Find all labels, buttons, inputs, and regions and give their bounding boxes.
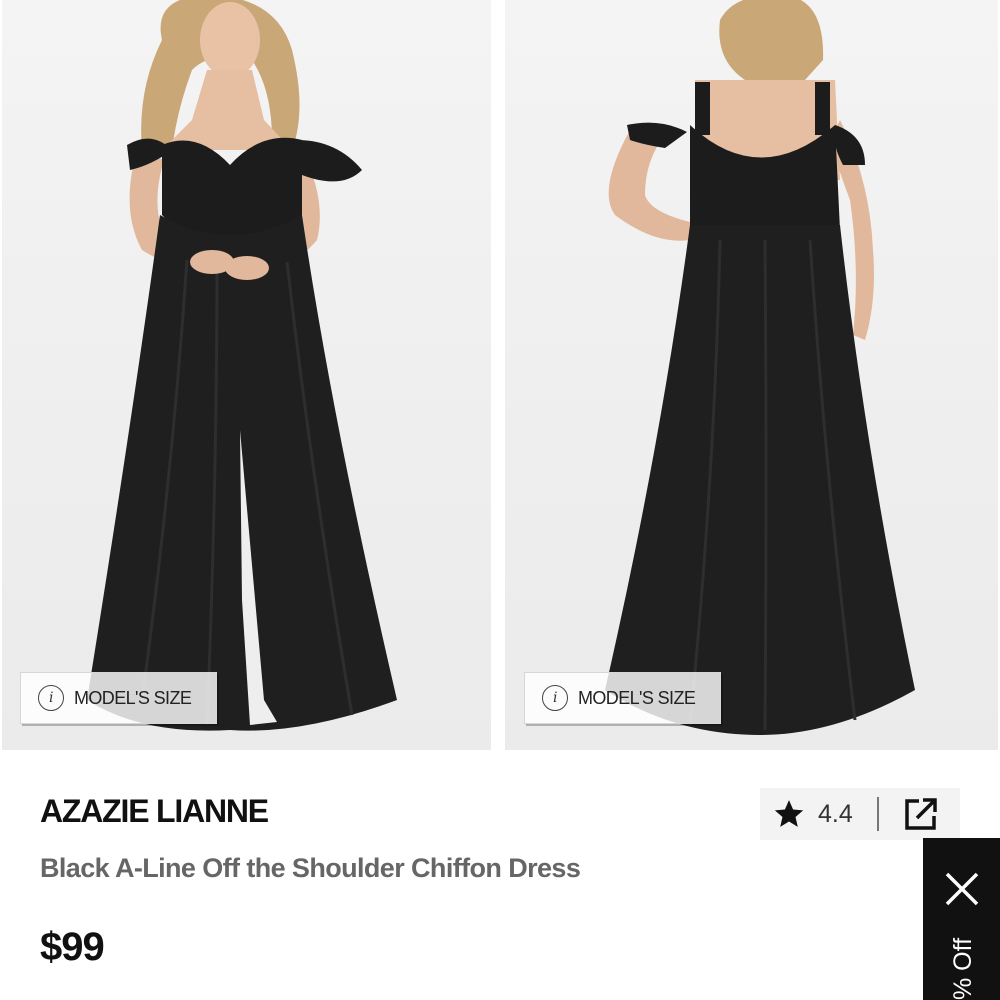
product-brand: AZAZIE LIANNE [40,793,269,829]
product-image-back[interactable]: i MODEL'S SIZE [505,0,998,750]
close-icon[interactable] [943,870,981,908]
star-icon [772,797,806,831]
rating-share-bar: 4.4 [760,788,960,840]
share-icon[interactable] [901,794,941,834]
model-size-label: MODEL'S SIZE [578,687,696,708]
product-price: $99 [40,925,105,969]
promo-tab[interactable]: % Off [923,838,1000,1000]
product-image-front[interactable]: i MODEL'S SIZE [2,0,491,750]
model-size-label: MODEL'S SIZE [74,687,192,708]
rating-value[interactable]: 4.4 [818,800,853,829]
product-title: Black A-Line Off the Shoulder Chiffon Dr… [40,853,581,883]
front-model-illustration [87,0,397,731]
model-size-badge-front[interactable]: i MODEL'S SIZE [20,672,217,724]
divider [876,797,879,831]
promo-text[interactable]: % Off [949,938,978,1000]
model-size-badge-back[interactable]: i MODEL'S SIZE [524,672,721,724]
info-icon: i [542,685,568,711]
product-image-gallery[interactable]: i MODEL'S SIZE i MODEL'S SIZE [0,0,1000,750]
info-icon: i [38,685,64,711]
back-model-illustration [605,0,915,735]
